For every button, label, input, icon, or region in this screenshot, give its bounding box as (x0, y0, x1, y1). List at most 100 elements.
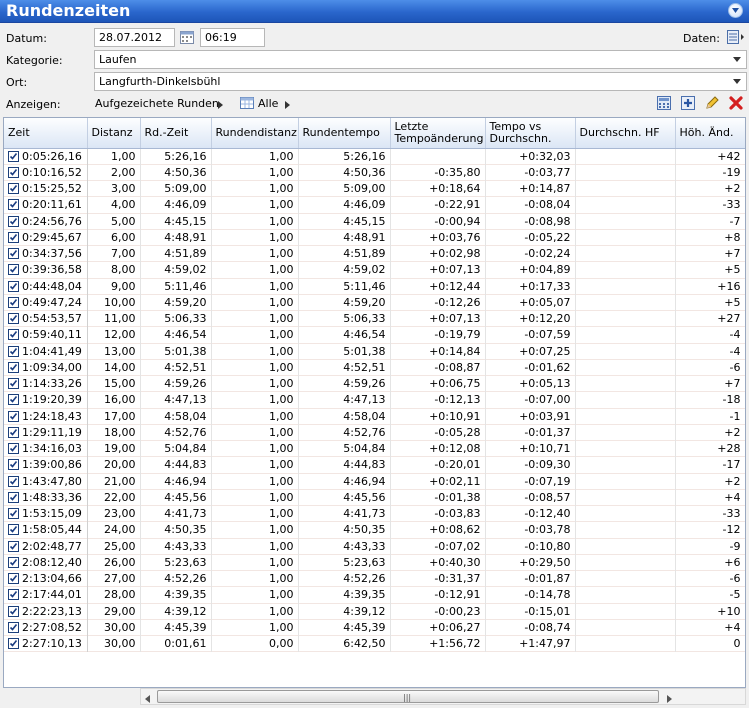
row-checkbox[interactable] (8, 459, 19, 471)
add-row-icon[interactable] (681, 96, 695, 113)
row-checkbox[interactable] (8, 508, 19, 520)
delete-icon[interactable] (729, 96, 743, 113)
row-checkbox[interactable] (8, 313, 19, 325)
col-header-distanz[interactable]: Distanz (87, 118, 141, 149)
table-row[interactable]: 0:24:56,76 5,00 4:45,15 1,00 4:45,15 -0:00,94… (4, 213, 745, 230)
row-checkbox[interactable] (8, 524, 19, 536)
data-menu-icon[interactable] (727, 30, 745, 44)
view-select[interactable]: Aufgezeichete Runden (95, 97, 219, 110)
scroll-left-icon[interactable] (145, 693, 150, 706)
row-checkbox[interactable] (8, 443, 19, 455)
table-row[interactable]: 1:58:05,44 24,00 4:50,35 1,00 4:50,35 +0:08,6… (4, 521, 745, 538)
row-checkbox[interactable] (8, 394, 19, 406)
row-checkbox[interactable] (8, 475, 19, 487)
table-row[interactable]: 0:29:45,67 6,00 4:48,91 1,00 4:48,91 +0:03,76… (4, 229, 745, 246)
cell-letzte-tempoaenderung: -0:00,23 (390, 603, 486, 620)
table-row[interactable]: 1:04:41,49 13,00 5:01,38 1,00 5:01,38 +0:14,8… (4, 343, 745, 360)
row-checkbox[interactable] (8, 621, 19, 633)
row-checkbox[interactable] (8, 280, 19, 292)
row-checkbox[interactable] (8, 215, 19, 227)
table-row[interactable]: 0:59:40,11 12,00 4:46,54 1,00 4:46,54 -0:19,7… (4, 326, 745, 343)
table-row[interactable]: 0:49:47,24 10,00 4:59,20 1,00 4:59,20 -0:12,2… (4, 294, 745, 311)
cell-hoeh-aend: -7 (675, 213, 745, 230)
scroll-thumb[interactable]: ||| (157, 690, 659, 703)
cell-letzte-tempoaenderung: -0:03,83 (390, 505, 486, 522)
row-checkbox[interactable] (8, 199, 19, 211)
table-row[interactable]: 1:14:33,26 15,00 4:59,26 1,00 4:59,26 +0:06,7… (4, 375, 745, 392)
row-checkbox[interactable] (8, 491, 19, 503)
row-checkbox[interactable] (8, 296, 19, 308)
row-checkbox[interactable] (8, 573, 19, 585)
row-checkbox[interactable] (8, 410, 19, 422)
table-row[interactable]: 1:53:15,09 23,00 4:41,73 1,00 4:41,73 -0:03,8… (4, 505, 745, 522)
row-checkbox[interactable] (8, 329, 19, 341)
col-header-durchschn-hf[interactable]: Durchschn. HF (575, 118, 676, 149)
time-field[interactable]: 06:19 (200, 28, 265, 47)
cell-rundentempo: 4:45,39 (298, 619, 391, 636)
row-checkbox[interactable] (8, 378, 19, 390)
cell-rd-zeit: 4:46,94 (140, 473, 212, 490)
cell-letzte-tempoaenderung: -0:07,02 (390, 538, 486, 555)
table-row[interactable]: 2:22:23,13 29,00 4:39,12 1,00 4:39,12 -0:00,2… (4, 603, 745, 620)
chevron-down-icon[interactable] (730, 74, 744, 89)
table-row[interactable]: 0:10:16,52 2,00 4:50,36 1,00 4:50,36 -0:35,80… (4, 164, 745, 181)
chevron-right-icon[interactable] (285, 99, 290, 112)
col-header-zeit[interactable]: Zeit (4, 118, 88, 149)
calculator-icon[interactable] (657, 96, 671, 113)
row-checkbox[interactable] (8, 589, 19, 601)
table-row[interactable]: 1:34:16,03 19,00 5:04,84 1,00 5:04,84 +0:12,0… (4, 440, 745, 457)
table-row[interactable]: 2:17:44,01 28,00 4:39,35 1,00 4:39,35 -0:12,9… (4, 586, 745, 603)
date-field[interactable]: 28.07.2012 (94, 28, 175, 47)
table-row[interactable]: 2:27:10,13 30,00 0:01,61 0,00 6:42,50 +1:56,7… (4, 635, 745, 652)
col-header-hoeh-aend[interactable]: Höh. Änd. (675, 118, 745, 149)
table-row[interactable]: 2:08:12,40 26,00 5:23,63 1,00 5:23,63 +0:40,3… (4, 554, 745, 571)
calendar-icon[interactable] (180, 30, 194, 44)
table-row[interactable]: 0:05:26,16 1,00 5:26,16 1,00 5:26,16 +0:32,03… (4, 148, 745, 165)
table-row[interactable]: 1:19:20,39 16,00 4:47,13 1,00 4:47,13 -0:12,1… (4, 391, 745, 408)
table-row[interactable]: 1:39:00,86 20,00 4:44,83 1,00 4:44,83 -0:20,0… (4, 456, 745, 473)
row-checkbox[interactable] (8, 183, 19, 195)
col-header-rundentempo[interactable]: Rundentempo (298, 118, 391, 149)
table-row[interactable]: 1:09:34,00 14,00 4:52,51 1,00 4:52,51 -0:08,8… (4, 359, 745, 376)
ort-select[interactable]: Langfurth-Dinkelsbühl (94, 72, 747, 91)
table-row[interactable]: 1:24:18,43 17,00 4:58,04 1,00 4:58,04 +0:10,9… (4, 408, 745, 425)
table-row[interactable]: 0:34:37,56 7,00 4:51,89 1,00 4:51,89 +0:02,98… (4, 245, 745, 262)
row-checkbox[interactable] (8, 264, 19, 276)
row-checkbox[interactable] (8, 605, 19, 617)
col-header-rundendistanz[interactable]: Rundendistanz (211, 118, 299, 149)
table-row[interactable]: 0:44:48,04 9,00 5:11,46 1,00 5:11,46 +0:12,44… (4, 278, 745, 295)
edit-pencil-icon[interactable] (705, 96, 719, 113)
chevron-right-icon[interactable] (218, 99, 223, 112)
col-header-tempo-vs-durchschn[interactable]: Tempo vs Durchschn. (485, 118, 576, 149)
collapse-panel-button[interactable] (728, 3, 743, 18)
row-checkbox[interactable] (8, 248, 19, 260)
table-row[interactable]: 0:39:36,58 8,00 4:59,02 1,00 4:59,02 +0:07,13… (4, 261, 745, 278)
row-checkbox[interactable] (8, 231, 19, 243)
table-row[interactable]: 0:20:11,61 4,00 4:46,09 1,00 4:46,09 -0:22,91… (4, 196, 745, 213)
cell-tempo-vs-durchschn: -0:10,80 (485, 538, 576, 555)
filter-select[interactable]: Alle (258, 97, 278, 110)
chevron-down-icon[interactable] (730, 52, 744, 67)
cell-rundentempo: 4:46,54 (298, 326, 391, 343)
row-checkbox[interactable] (8, 150, 19, 162)
row-checkbox[interactable] (8, 166, 19, 178)
row-checkbox[interactable] (8, 556, 19, 568)
row-checkbox[interactable] (8, 638, 19, 650)
row-checkbox[interactable] (8, 345, 19, 357)
kategorie-select[interactable]: Laufen (94, 50, 747, 69)
horizontal-scrollbar[interactable]: ||| (140, 688, 746, 705)
col-header-rd-zeit[interactable]: Rd.-Zeit (140, 118, 212, 149)
row-checkbox[interactable] (8, 540, 19, 552)
table-row[interactable]: 2:13:04,66 27,00 4:52,26 1,00 4:52,26 -0:31,3… (4, 570, 745, 587)
scroll-right-icon[interactable] (667, 693, 672, 706)
row-checkbox[interactable] (8, 426, 19, 438)
table-row[interactable]: 1:29:11,19 18,00 4:52,76 1,00 4:52,76 -0:05,2… (4, 424, 745, 441)
row-checkbox[interactable] (8, 361, 19, 373)
table-row[interactable]: 2:27:08,52 30,00 4:45,39 1,00 4:45,39 +0:06,2… (4, 619, 745, 636)
table-row[interactable]: 1:48:33,36 22,00 4:45,56 1,00 4:45,56 -0:01,3… (4, 489, 745, 506)
table-row[interactable]: 2:02:48,77 25,00 4:43,33 1,00 4:43,33 -0:07,0… (4, 538, 745, 555)
table-row[interactable]: 0:15:25,52 3,00 5:09,00 1,00 5:09,00 +0:18,64… (4, 180, 745, 197)
col-header-letzte-tempoaenderung[interactable]: Letzte Tempoänderung (390, 118, 486, 149)
table-row[interactable]: 0:54:53,57 11,00 5:06,33 1,00 5:06,33 +0:07,1… (4, 310, 745, 327)
table-row[interactable]: 1:43:47,80 21,00 4:46,94 1,00 4:46,94 +0:02,1… (4, 473, 745, 490)
